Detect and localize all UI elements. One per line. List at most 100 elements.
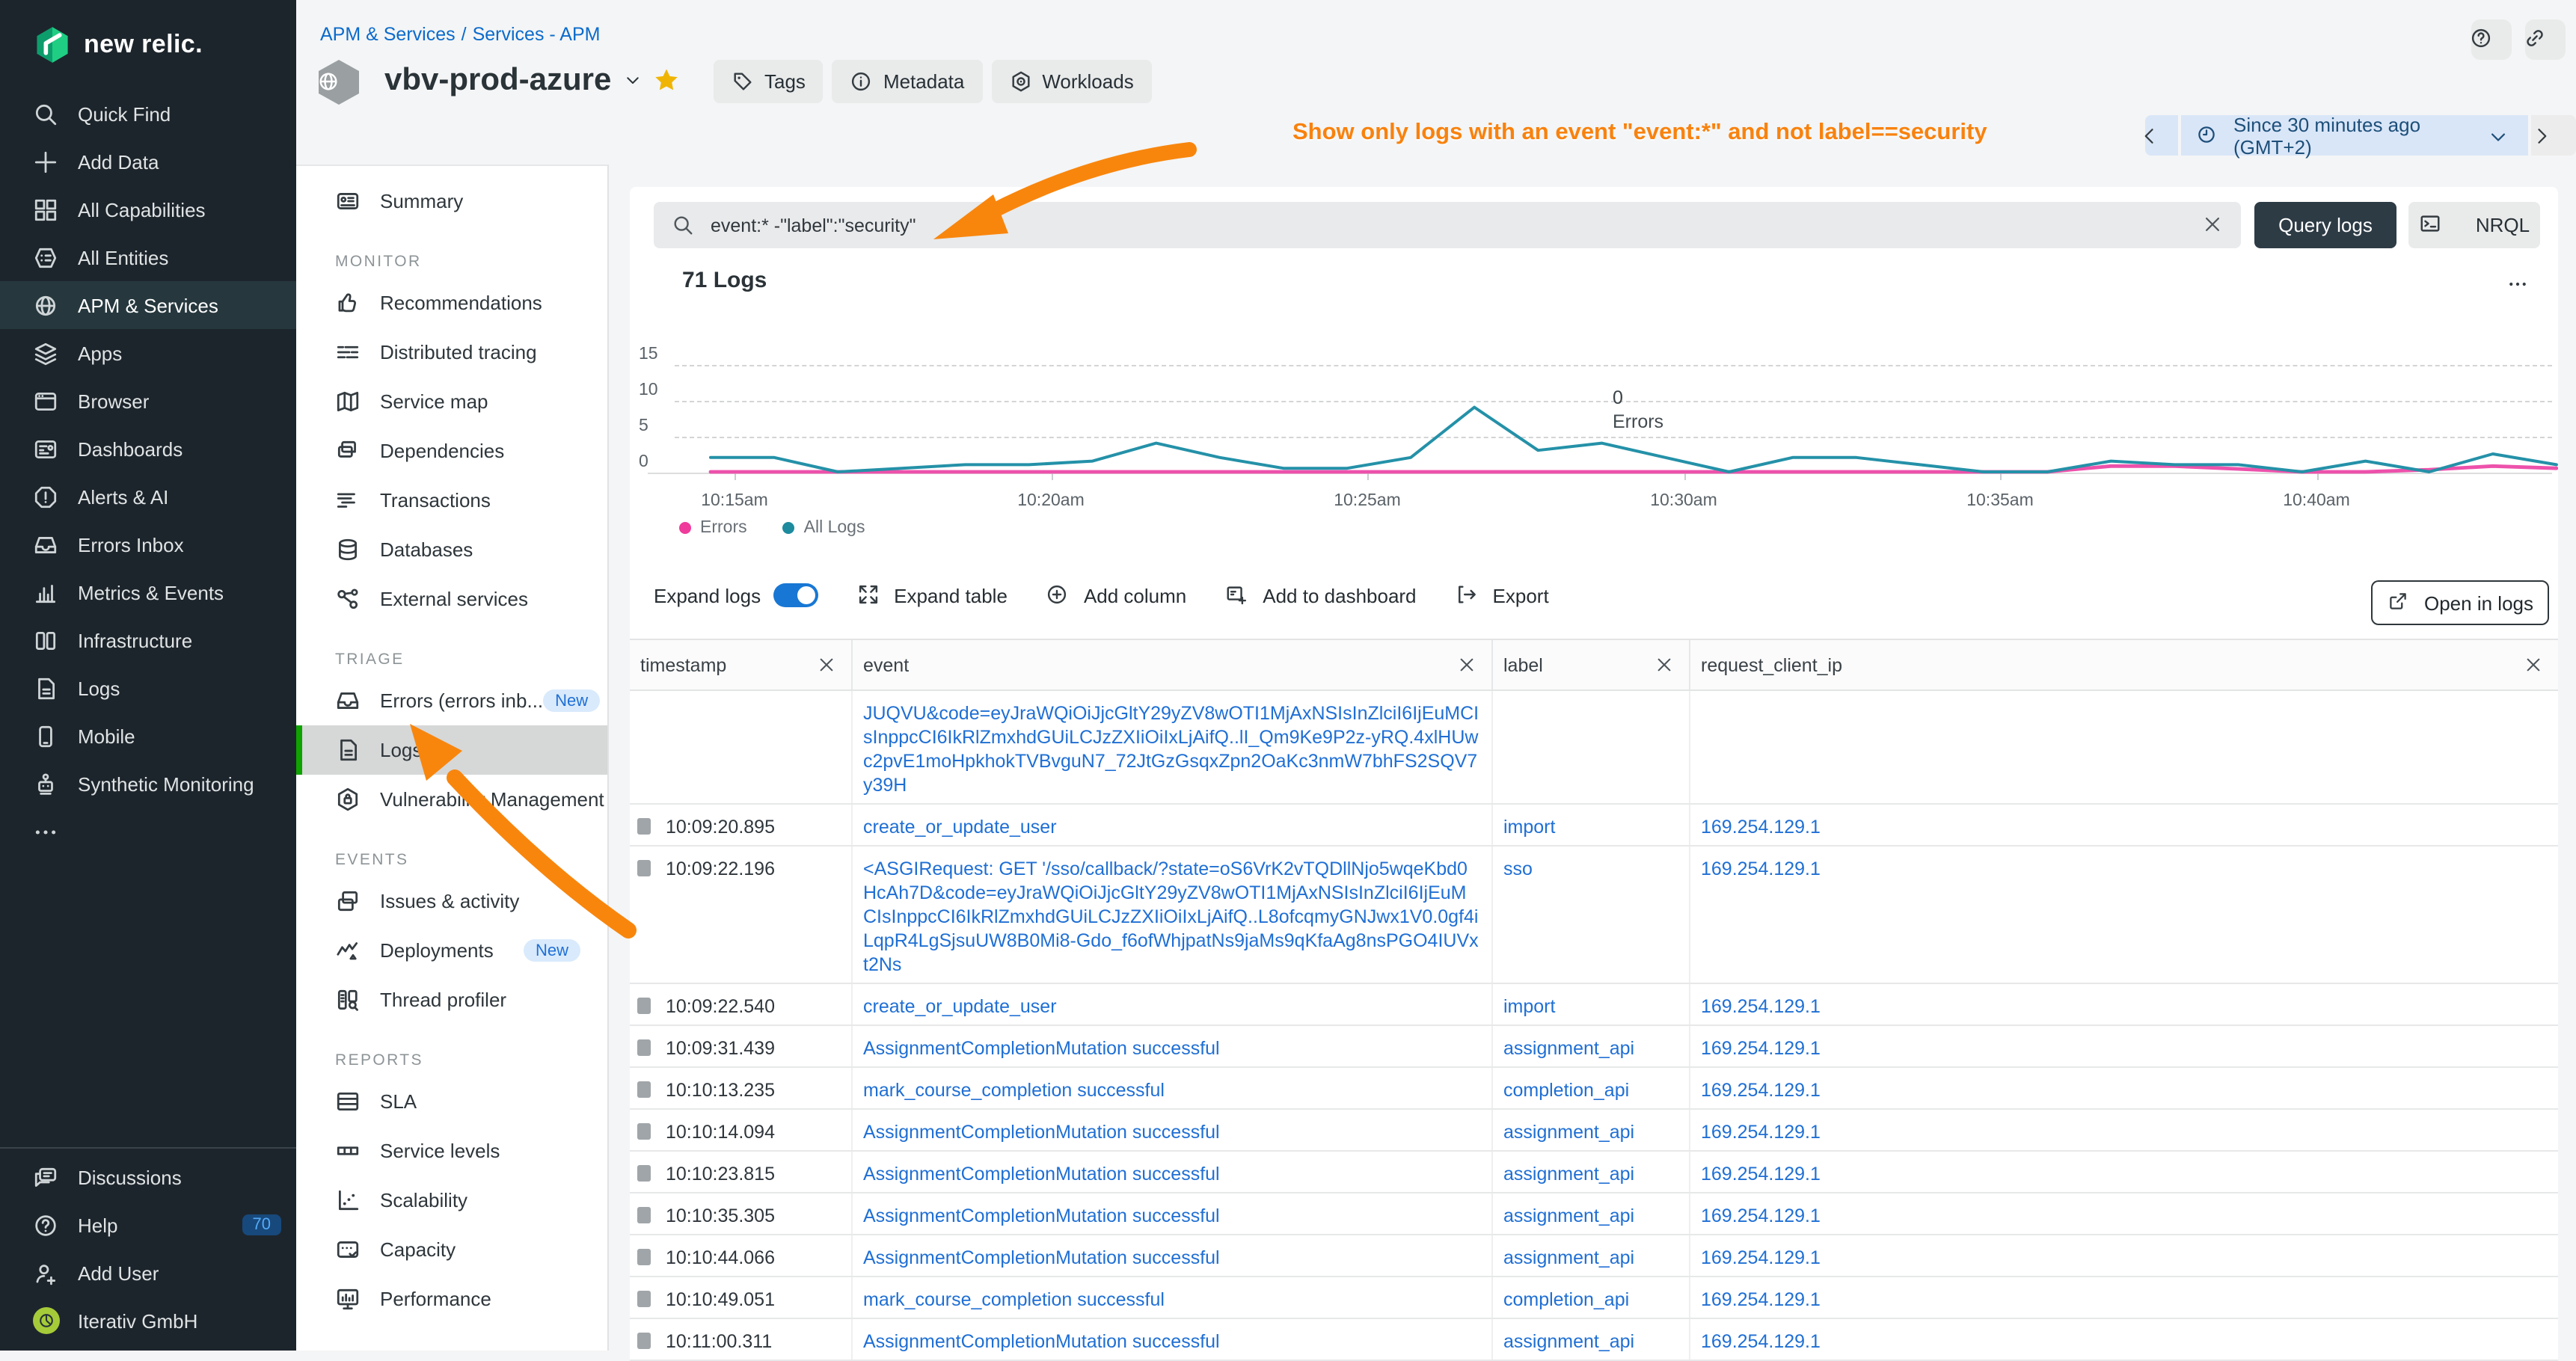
sidebar-item-apm-services[interactable]: APM & Services [0, 281, 296, 329]
label-link[interactable]: completion_api [1503, 1080, 1629, 1101]
breadcrumb-services-apm[interactable]: Services - APM [473, 24, 601, 45]
sidebar-item-quick-find[interactable]: Quick Find [0, 90, 296, 138]
label-link[interactable]: import [1503, 996, 1555, 1017]
column-header-timestamp[interactable]: timestamp [630, 640, 853, 689]
sidebar-item-infrastructure[interactable]: Infrastructure [0, 616, 296, 664]
column-header-label[interactable]: label [1493, 640, 1690, 689]
metadata-button[interactable]: Metadata [832, 60, 982, 103]
sidebar-item-dashboards[interactable]: Dashboards [0, 425, 296, 473]
event-link[interactable]: AssignmentCompletionMutation successful [863, 1122, 1220, 1143]
remove-column-icon[interactable] [817, 655, 836, 675]
remove-column-icon[interactable] [1457, 655, 1476, 675]
add-to-dashboard-button[interactable]: Add to dashboard [1225, 583, 1416, 608]
entity-title-dropdown[interactable]: vbv-prod-azure [384, 63, 641, 99]
table-row[interactable]: JUQVU&code=eyJraWQiOiJjcGltY29yZV8wOTI1M… [630, 691, 2558, 805]
subnav-item-vulnerability-management[interactable]: Vulnerability Management [296, 775, 607, 824]
subnav-item-databases[interactable]: Databases [296, 525, 607, 574]
row-expand-handle[interactable] [637, 1207, 651, 1223]
sidebar-item-apps[interactable]: Apps [0, 329, 296, 377]
subnav-item-sla[interactable]: SLA [296, 1077, 607, 1126]
column-header-event[interactable]: event [853, 640, 1493, 689]
row-expand-handle[interactable] [637, 1249, 651, 1265]
subnav-item-transactions[interactable]: Transactions [296, 476, 607, 525]
row-expand-handle[interactable] [637, 998, 651, 1014]
label-link[interactable]: import [1503, 817, 1555, 838]
legend-errors[interactable]: Errors [679, 519, 747, 537]
subnav-item-logs[interactable]: Logs [296, 725, 607, 775]
ip-link[interactable]: 169.254.129.1 [1701, 817, 1821, 838]
sidebar-item-browser[interactable]: Browser [0, 377, 296, 425]
label-link[interactable]: assignment_api [1503, 1247, 1634, 1268]
open-in-logs-button[interactable]: Open in logs [2371, 580, 2549, 625]
subnav-item-service-levels[interactable]: Service levels [296, 1126, 607, 1176]
table-row[interactable]: 10:10:23.815AssignmentCompletionMutation… [630, 1152, 2558, 1193]
toggle-on-icon[interactable] [773, 583, 818, 607]
ip-link[interactable]: 169.254.129.1 [1701, 1038, 1821, 1059]
event-link[interactable]: JUQVU&code=eyJraWQiOiJjcGltY29yZV8wOTI1M… [863, 703, 1479, 796]
event-link[interactable]: AssignmentCompletionMutation successful [863, 1038, 1220, 1059]
remove-column-icon[interactable] [2524, 655, 2543, 675]
logs-chart[interactable]: 15105010:15am10:20am10:25am10:30am10:35a… [630, 187, 2558, 531]
subnav-item-dependencies[interactable]: Dependencies [296, 426, 607, 476]
table-row[interactable]: 10:10:35.305AssignmentCompletionMutation… [630, 1193, 2558, 1235]
tags-button[interactable]: Tags [714, 60, 824, 103]
row-expand-handle[interactable] [637, 1123, 651, 1140]
sidebar-item-synthetic-monitoring[interactable]: Synthetic Monitoring [0, 760, 296, 808]
subnav-item-scalability[interactable]: Scalability [296, 1176, 607, 1225]
row-expand-handle[interactable] [637, 1081, 651, 1098]
ip-link[interactable]: 169.254.129.1 [1701, 1164, 1821, 1185]
sidebar-item-add-user[interactable]: Add User [0, 1249, 296, 1297]
time-forward-button[interactable] [2531, 115, 2576, 156]
sidebar-item-errors-inbox[interactable]: Errors Inbox [0, 520, 296, 568]
export-button[interactable]: Export [1456, 583, 1549, 608]
ip-link[interactable]: 169.254.129.1 [1701, 1122, 1821, 1143]
subnav-item-errors-errors-inb[interactable]: Errors (errors inb...New [296, 676, 607, 725]
add-column-button[interactable]: Add column [1046, 583, 1186, 608]
table-row[interactable]: 10:10:13.235mark_course_completion succe… [630, 1068, 2558, 1110]
label-link[interactable]: assignment_api [1503, 1205, 1634, 1226]
event-link[interactable]: create_or_update_user [863, 996, 1057, 1017]
subnav-item-distributed-tracing[interactable]: Distributed tracing [296, 328, 607, 377]
favorite-star-icon[interactable] [654, 67, 679, 93]
ip-link[interactable]: 169.254.129.1 [1701, 1289, 1821, 1310]
label-link[interactable]: assignment_api [1503, 1038, 1634, 1059]
time-back-button[interactable] [2145, 115, 2178, 156]
table-row[interactable]: 10:09:20.895create_or_update_userimport1… [630, 805, 2558, 847]
subnav-item-recommendations[interactable]: Recommendations [296, 278, 607, 328]
subnav-item-summary[interactable]: Summary [296, 176, 607, 226]
subnav-item-service-map[interactable]: Service map [296, 377, 607, 426]
row-expand-handle[interactable] [637, 818, 651, 835]
ip-link[interactable]: 169.254.129.1 [1701, 1080, 1821, 1101]
table-row[interactable]: 10:10:49.051mark_course_completion succe… [630, 1277, 2558, 1319]
event-link[interactable]: <ASGIRequest: GET '/sso/callback/?state=… [863, 858, 1479, 975]
table-row[interactable]: 10:10:44.066AssignmentCompletionMutation… [630, 1235, 2558, 1277]
label-link[interactable]: sso [1503, 858, 1533, 879]
sidebar-item-more[interactable] [0, 808, 296, 855]
workloads-button[interactable]: Workloads [991, 60, 1151, 103]
ip-link[interactable]: 169.254.129.1 [1701, 1205, 1821, 1226]
event-link[interactable]: mark_course_completion successful [863, 1080, 1165, 1101]
sidebar-item-all-capabilities[interactable]: All Capabilities [0, 185, 296, 233]
expand-logs-toggle[interactable]: Expand logs [654, 583, 818, 607]
ip-link[interactable]: 169.254.129.1 [1701, 996, 1821, 1017]
table-row[interactable]: 10:09:31.439AssignmentCompletionMutation… [630, 1026, 2558, 1068]
subnav-item-external-services[interactable]: External services [296, 574, 607, 624]
label-link[interactable]: completion_api [1503, 1289, 1629, 1310]
ip-link[interactable]: 169.254.129.1 [1701, 858, 1821, 879]
sidebar-item-logs[interactable]: Logs [0, 664, 296, 712]
label-link[interactable]: assignment_api [1503, 1331, 1634, 1352]
label-link[interactable]: assignment_api [1503, 1164, 1634, 1185]
new-relic-logo[interactable]: new relic. [0, 0, 296, 90]
sidebar-item-metrics-events[interactable]: Metrics & Events [0, 568, 296, 616]
subnav-item-thread-profiler[interactable]: Thread profiler [296, 975, 607, 1024]
subnav-item-issues-activity[interactable]: Issues & activity [296, 876, 607, 926]
event-link[interactable]: AssignmentCompletionMutation successful [863, 1205, 1220, 1226]
breadcrumb-apm-services[interactable]: APM & Services [320, 24, 456, 45]
event-link[interactable]: AssignmentCompletionMutation successful [863, 1164, 1220, 1185]
time-range-dropdown[interactable]: Since 30 minutes ago (GMT+2) [2181, 115, 2528, 156]
sidebar-item-help[interactable]: Help70 [0, 1201, 296, 1249]
row-expand-handle[interactable] [637, 860, 651, 876]
copy-link-button[interactable] [2525, 19, 2566, 60]
sidebar-item-alerts-ai[interactable]: Alerts & AI [0, 473, 296, 520]
event-link[interactable]: mark_course_completion successful [863, 1289, 1165, 1310]
